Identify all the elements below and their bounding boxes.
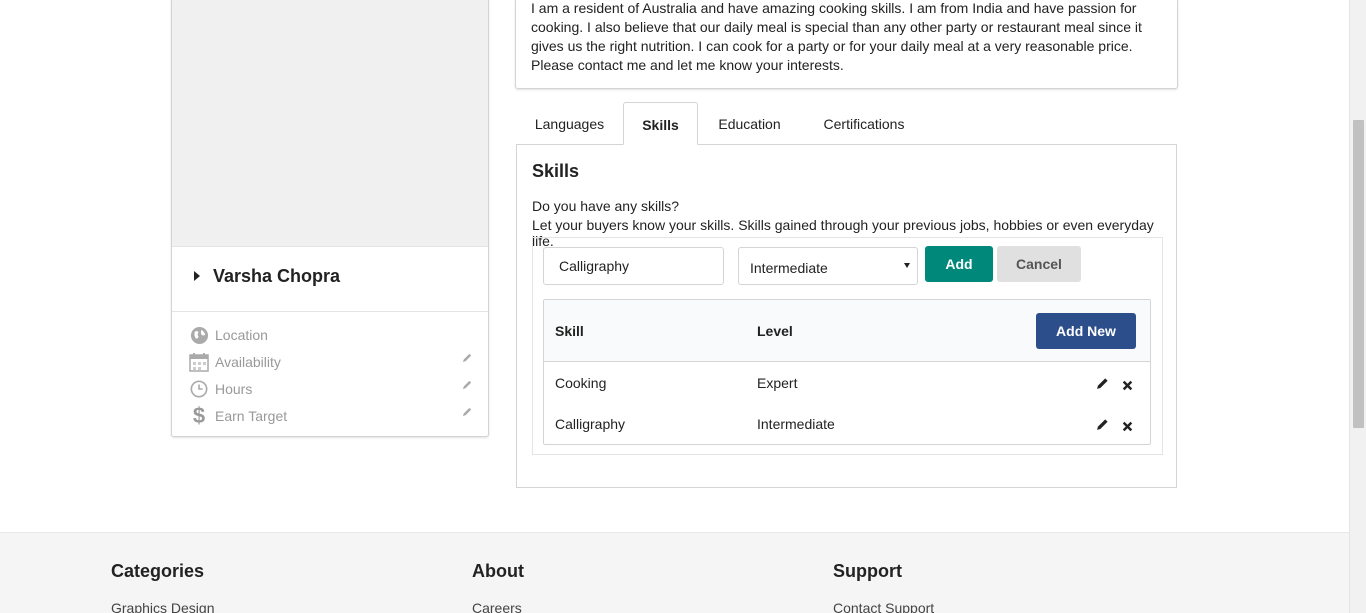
page-scrollbar[interactable] — [1349, 0, 1366, 613]
profile-card: Varsha Chopra Location Availability Hour… — [171, 0, 489, 437]
table-row: Calligraphy Intermediate — [544, 404, 1150, 445]
level-cell: Expert — [757, 375, 798, 391]
level-cell: Intermediate — [757, 416, 835, 432]
table-row: Cooking Expert — [544, 363, 1150, 404]
pencil-icon[interactable] — [462, 350, 476, 364]
footer-link[interactable]: Contact Support — [833, 600, 934, 613]
dropdown-arrow-icon — [904, 263, 910, 268]
footer-link[interactable]: Graphics Design — [111, 600, 215, 613]
skill-input[interactable] — [543, 247, 724, 285]
info-row-location: Location — [188, 324, 478, 346]
info-label: Hours — [215, 381, 253, 397]
skill-cell: Calligraphy — [555, 416, 626, 432]
description-text: I am a resident of Australia and have am… — [531, 0, 1142, 73]
cancel-button[interactable]: Cancel — [997, 246, 1081, 282]
level-select[interactable]: Intermediate — [738, 247, 918, 285]
profile-photo — [172, 0, 488, 247]
footer-column-support: Support Contact Support — [833, 561, 934, 613]
footer-column-categories: Categories Graphics Design — [111, 561, 215, 613]
description-card: I am a resident of Australia and have am… — [515, 0, 1178, 89]
table-header: Skill Level Add New — [544, 300, 1150, 362]
pencil-icon[interactable] — [1096, 377, 1109, 390]
footer-heading: Support — [833, 561, 902, 581]
pencil-icon[interactable] — [462, 404, 476, 418]
skills-editor: Intermediate Add Cancel Skill Level Add … — [532, 237, 1163, 455]
caret-right-icon[interactable] — [194, 271, 200, 281]
pencil-icon[interactable] — [1096, 418, 1109, 431]
tab-languages[interactable]: Languages — [516, 102, 623, 145]
profile-name-row[interactable]: Varsha Chopra — [172, 247, 488, 312]
scrollbar-thumb[interactable] — [1353, 120, 1364, 428]
dollar-icon: $ — [192, 403, 206, 428]
skills-title: Skills — [532, 161, 580, 181]
skills-question: Do you have any skills? — [532, 198, 680, 214]
tab-skills[interactable]: Skills — [623, 102, 698, 145]
footer: Categories Graphics Design About Careers… — [0, 532, 1349, 613]
info-row-availability: Availability — [188, 351, 478, 373]
add-new-button[interactable]: Add New — [1036, 313, 1136, 349]
info-row-hours: Hours — [188, 378, 478, 400]
level-select-value: Intermediate — [750, 260, 828, 276]
info-row-earn-target: $ Earn Target — [188, 403, 478, 428]
clock-icon — [188, 378, 210, 400]
pencil-icon[interactable] — [462, 377, 476, 391]
column-header-skill: Skill — [555, 323, 584, 339]
close-icon[interactable] — [1122, 419, 1133, 432]
close-icon[interactable] — [1122, 378, 1133, 391]
footer-link[interactable]: Careers — [472, 600, 524, 613]
footer-heading: About — [472, 561, 524, 581]
info-label: Earn Target — [215, 408, 288, 424]
skills-panel: Skills Do you have any skills? Let your … — [516, 144, 1177, 488]
column-header-level: Level — [757, 323, 793, 339]
footer-column-about: About Careers — [472, 561, 524, 613]
tab-certifications[interactable]: Certifications — [801, 102, 927, 145]
info-label: Availability — [215, 354, 281, 370]
profile-name: Varsha Chopra — [213, 266, 341, 286]
globe-icon — [188, 324, 210, 346]
calendar-icon — [188, 351, 210, 373]
add-button[interactable]: Add — [925, 246, 993, 282]
skills-table: Skill Level Add New Cooking Expert Calli… — [543, 299, 1151, 445]
skill-cell: Cooking — [555, 375, 607, 391]
tab-education[interactable]: Education — [698, 102, 801, 145]
footer-heading: Categories — [111, 561, 205, 581]
info-label: Location — [215, 327, 268, 343]
